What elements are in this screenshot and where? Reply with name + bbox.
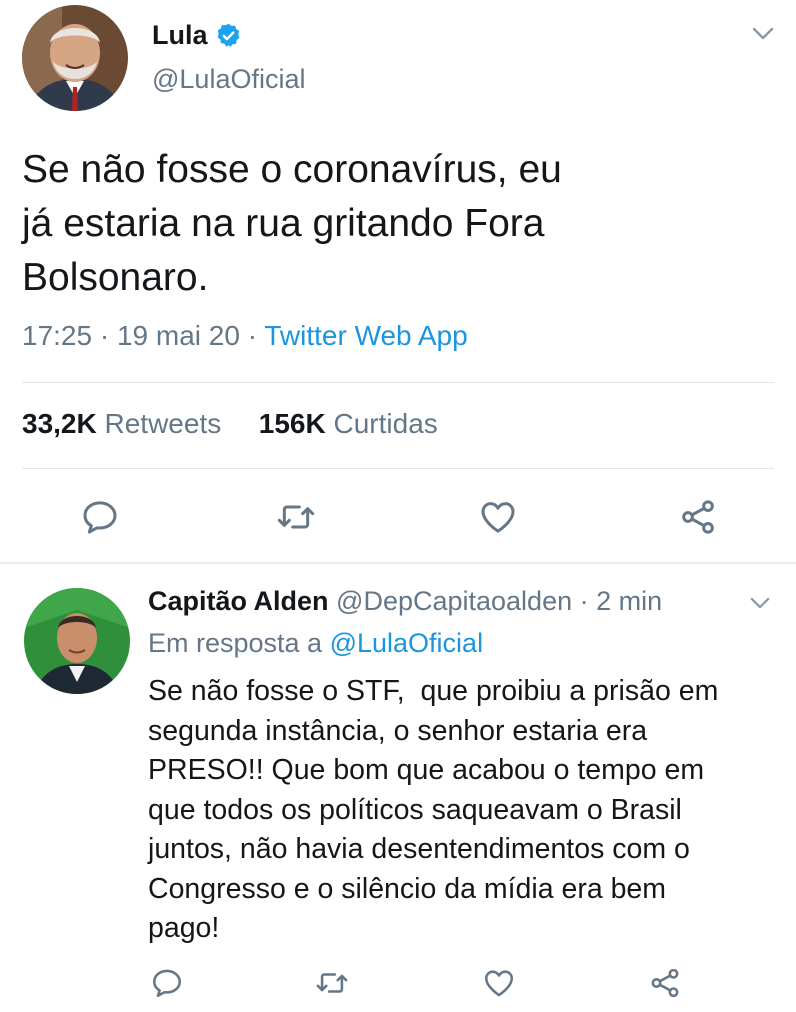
tweet-date[interactable]: 19 mai 20 <box>117 320 240 351</box>
chevron-down-icon[interactable] <box>750 597 770 610</box>
likes-stat[interactable]: 156K Curtidas <box>259 408 438 439</box>
likes-label: Curtidas <box>333 408 438 439</box>
likes-count: 156K <box>258 408 326 439</box>
retweet-icon <box>316 973 348 993</box>
tweet-meta: 17:25 · 19 mai 20 · Twitter Web App <box>22 320 468 351</box>
divider <box>22 468 774 469</box>
like-icon <box>484 970 514 997</box>
tweet-text-line: já estaria na rua gritando Fora <box>22 202 545 245</box>
retweets-label: Retweets <box>104 408 222 439</box>
share-button[interactable] <box>678 497 718 537</box>
chevron-down-icon[interactable] <box>752 27 774 41</box>
like-button[interactable] <box>482 966 516 1000</box>
tweet-text-line: pago! <box>148 912 220 944</box>
tweet-text-line: segunda instância, o senhor estaria era <box>148 714 648 747</box>
tweet-text-line: que todos os políticos saqueavam o Brasi… <box>148 793 682 826</box>
verified-badge-icon <box>217 23 239 47</box>
tweet-text-line: Bolsonaro. <box>22 256 209 299</box>
display-name[interactable]: Lula <box>152 20 208 51</box>
tweet-text: Se não fosse o coronavírus, eu já estari… <box>22 143 672 305</box>
share-button[interactable] <box>648 966 682 1000</box>
in-reply-prefix: Em resposta a <box>148 628 323 658</box>
retweets-stat[interactable]: 33,2K Retweets <box>22 408 221 439</box>
tweet-text-line: PRESO!! Que bom que acabou o tempo em <box>148 754 705 786</box>
tweet-text-line: Se não fosse o coronavírus, eu <box>22 148 562 191</box>
reply-button[interactable] <box>150 966 184 1000</box>
avatar[interactable] <box>22 5 128 111</box>
retweets-count: 33,2K <box>22 408 97 439</box>
retweet-icon <box>277 505 315 529</box>
retweet-button[interactable] <box>276 497 316 537</box>
tweet-source-link[interactable]: Twitter Web App <box>264 320 467 351</box>
tweet-text-line: Congresso e o silêncio da mídia era bem <box>148 872 667 905</box>
tweet-text-line: juntos, não havia desentendimentos com o <box>148 833 690 865</box>
handle[interactable]: @DepCapitaoalden <box>336 586 572 616</box>
tweet-separator <box>0 562 796 564</box>
tweet-time[interactable]: 2 min <box>596 586 662 616</box>
reply-button[interactable] <box>80 497 120 537</box>
mention-link[interactable]: @LulaOficial <box>330 628 483 658</box>
tweet-stats: 33,2K Retweets 156K Curtidas <box>22 408 438 440</box>
in-reply-to: Em resposta a @LulaOficial <box>148 628 483 659</box>
like-button[interactable] <box>478 497 518 537</box>
avatar[interactable] <box>24 588 130 694</box>
handle[interactable]: @LulaOficial <box>152 64 305 95</box>
share-icon <box>682 500 714 534</box>
like-icon <box>481 502 515 533</box>
tweet-text: Se não fosse o STF, que proibiu a prisão… <box>148 672 778 949</box>
share-icon <box>651 968 679 998</box>
reply-header: Capitão Alden @DepCapitaoalden · 2 min <box>148 586 663 616</box>
main-tweet: Lula @LulaOficial Se não fosse o coronav… <box>0 0 796 562</box>
divider <box>22 382 774 383</box>
reply-icon <box>152 969 182 998</box>
display-name[interactable]: Capitão Alden <box>148 586 329 616</box>
reply-icon <box>83 501 117 534</box>
tweet-time[interactable]: 17:25 <box>22 320 92 351</box>
tweet-text-line: Se não fosse o STF, que proibiu a prisão… <box>148 675 719 707</box>
retweet-button[interactable] <box>315 966 349 1000</box>
